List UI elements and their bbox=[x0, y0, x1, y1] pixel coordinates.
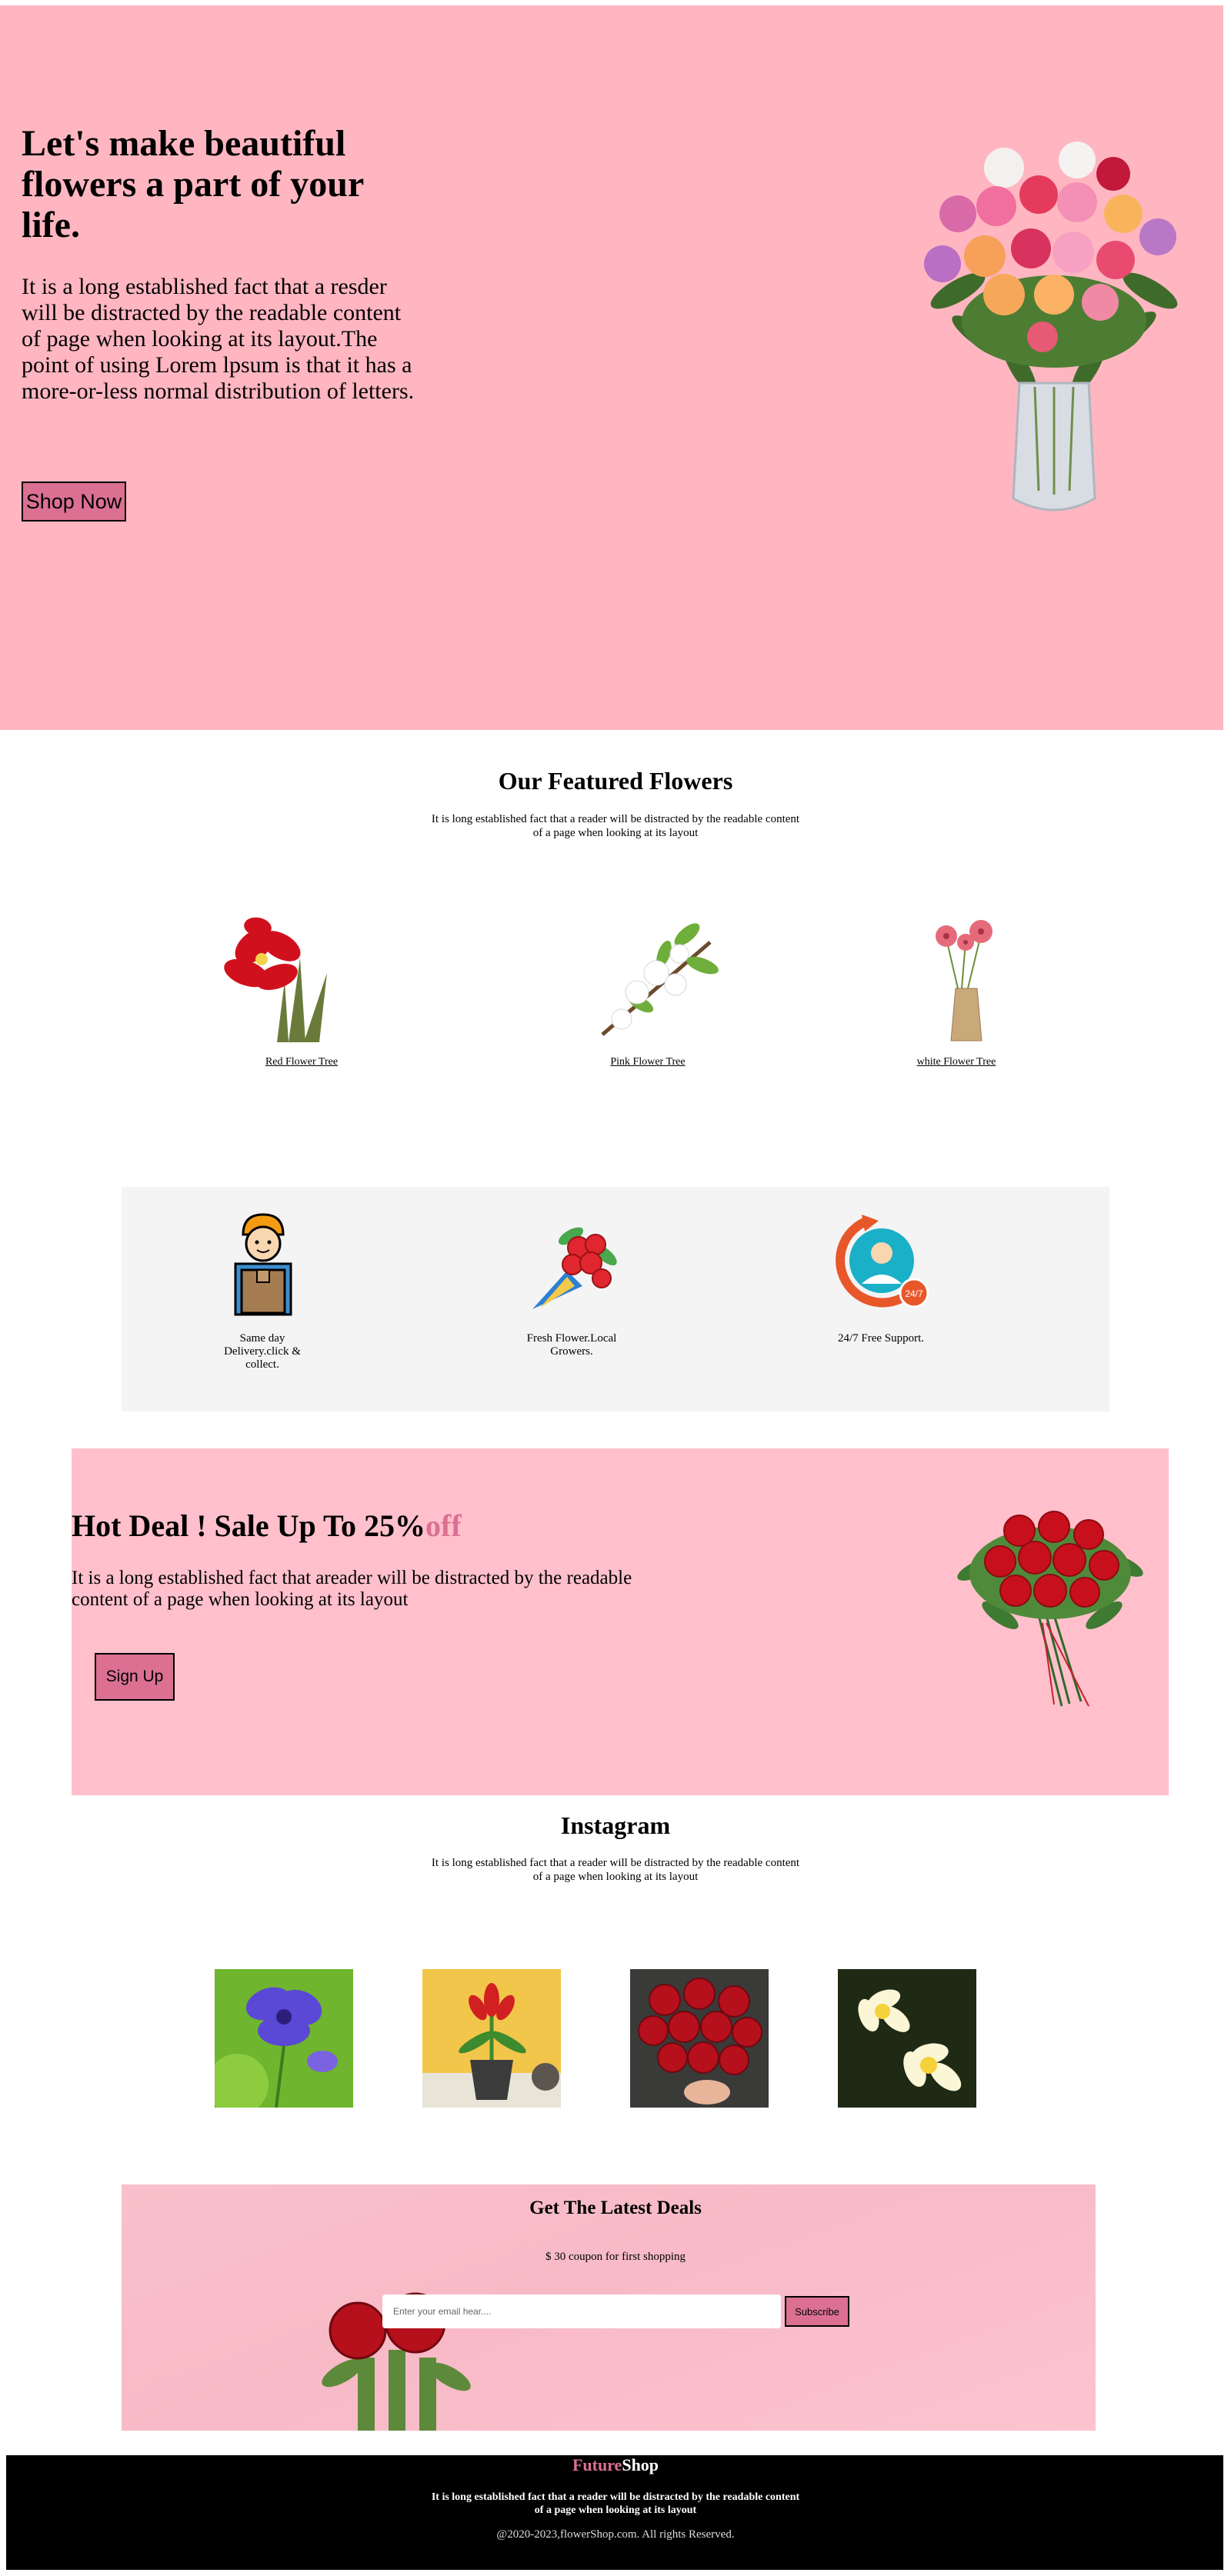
deal-description: It is a long established fact that aread… bbox=[72, 1568, 632, 1610]
instagram-subtitle: It is long established fact that a reade… bbox=[431, 1857, 800, 1883]
bouquet-icon bbox=[532, 1227, 617, 1309]
brand-part-future: Future bbox=[572, 2455, 622, 2474]
product-link-white-flower-tree[interactable]: white Flower Tree bbox=[879, 1056, 1033, 1068]
red-roses-photo[interactable] bbox=[630, 1969, 769, 2108]
red-rose-bouquet-image bbox=[957, 1511, 1143, 1707]
product-link-pink-flower-tree[interactable]: Pink Flower Tree bbox=[571, 1056, 725, 1068]
deal-title: Hot Deal ! Sale Up To 25%off bbox=[72, 1508, 462, 1544]
deal-title-main: Hot Deal ! Sale Up To 25% bbox=[72, 1508, 426, 1543]
hero-title: Let's make beautiful flowers a part of y… bbox=[22, 123, 364, 245]
yellow-plumeria-photo[interactable] bbox=[838, 1969, 976, 2108]
feature-label-support: 24/7 Free Support. bbox=[837, 1332, 925, 1345]
product-link-red-flower-tree[interactable]: Red Flower Tree bbox=[225, 1056, 379, 1068]
purple-flower-photo[interactable] bbox=[215, 1969, 353, 2108]
support-24-7-icon: 24/7 bbox=[836, 1215, 929, 1308]
brand-part-shop: Shop bbox=[622, 2455, 659, 2474]
footer-brand: FutureShop bbox=[0, 2455, 1231, 2475]
newsletter-subtitle: $ 30 coupon for first shopping bbox=[545, 2251, 686, 2263]
rose-vase-image bbox=[924, 142, 1178, 512]
newsletter-title: Get The Latest Deals bbox=[529, 2198, 702, 2218]
footer-text: It is long established fact that a reade… bbox=[431, 2491, 800, 2516]
featured-title: Our Featured Flowers bbox=[498, 767, 733, 795]
white-blossom-branch-image bbox=[601, 923, 719, 1036]
pink-gerbera-vase-image bbox=[936, 920, 992, 1041]
feature-label-fresh: Fresh Flower.Local Growers. bbox=[526, 1332, 617, 1358]
shop-now-button[interactable]: Shop Now bbox=[22, 482, 126, 522]
subscribe-button[interactable]: Subscribe bbox=[785, 2296, 849, 2327]
svg-text:24/7: 24/7 bbox=[905, 1288, 923, 1299]
email-input[interactable] bbox=[382, 2294, 781, 2328]
feature-label-delivery: Same day Delivery.click & collect. bbox=[224, 1332, 301, 1371]
sign-up-button[interactable]: Sign Up bbox=[95, 1653, 175, 1701]
footer-copyright: @2020-2023,flowerShop.com. All rights Re… bbox=[496, 2528, 735, 2541]
featured-subtitle: It is long established fact that a reade… bbox=[431, 813, 800, 839]
hero-description: It is a long established fact that a res… bbox=[22, 274, 415, 404]
red-amaryllis-image bbox=[224, 917, 327, 1042]
instagram-title: Instagram bbox=[560, 1811, 671, 1839]
delivery-man-icon bbox=[234, 1213, 292, 1316]
potted-red-flower-photo[interactable] bbox=[422, 1969, 561, 2108]
deal-title-accent: off bbox=[425, 1508, 462, 1543]
